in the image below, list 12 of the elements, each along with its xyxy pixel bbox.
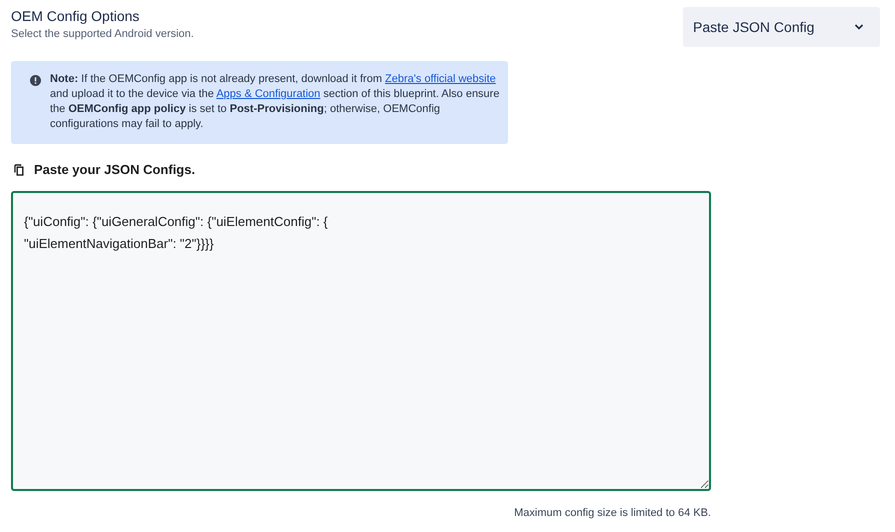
chevron-icon — [854, 24, 864, 30]
note-link[interactable]: Apps & Configuration — [216, 88, 320, 100]
mode-dropdown[interactable]: Paste JSON Config — [683, 7, 880, 47]
json-input-field[interactable]: {"uiConfig": {"uiGeneralConfig": {"uiElementConfig": { "uiElementNavigationBar": "2"}}}} — [11, 191, 711, 491]
note-text: Note: If the OEMConfig app is not already present, download it from Zebra's official website and upload it to the device via the Apps & Configuration section of this blueprint. Also ensure the OEMConfig app policy is set to Post-Provisioning; otherwise, OEMConfig configurations may fail to apply. — [50, 72, 500, 132]
json-heading: Paste your JSON Configs. — [34, 162, 196, 177]
note-link[interactable]: Zebra's official website — [385, 73, 496, 85]
copy-icon — [14, 164, 24, 176]
section-title: OEM Config Options — [11, 8, 140, 24]
size-limit-hint: Maximum config size is limited to 64 KB. — [513, 507, 711, 519]
section-subtitle: Select the supported Android version. — [11, 28, 194, 40]
info-icon — [30, 75, 41, 86]
